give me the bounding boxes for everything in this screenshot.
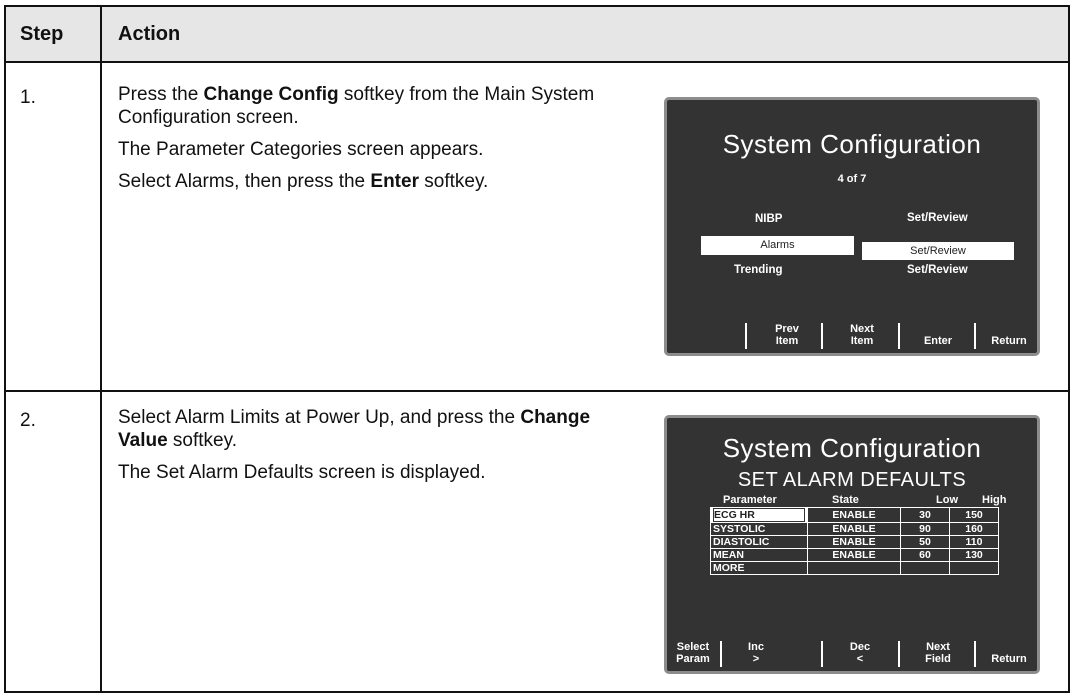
state-cell: ENABLE: [807, 535, 901, 549]
parameter-cell: MEAN: [710, 548, 808, 562]
softkey-divider: [974, 641, 976, 667]
instruction-line: Press the Change Config softkey from the…: [118, 84, 595, 128]
step-instructions: Press the Change Config softkey from the…: [118, 83, 638, 202]
return-softkey[interactable]: Return: [979, 335, 1039, 347]
state-cell: ENABLE: [807, 548, 901, 562]
prev-item-softkey[interactable]: Prev Item: [757, 323, 817, 347]
table-row[interactable]: DIASTOLIC ENABLE 50 110: [710, 535, 999, 549]
row-divider: [6, 390, 1068, 392]
softkey-divider: [898, 641, 900, 667]
softkey-bar: Prev Item Next Item Enter Return: [667, 303, 1037, 353]
inc-softkey[interactable]: Inc >: [729, 641, 783, 665]
parameter-cell: MORE: [710, 561, 808, 575]
column-divider: [100, 7, 102, 691]
column-header-low: Low: [936, 494, 958, 506]
high-cell: 110: [949, 535, 999, 549]
parameter-cell: SYSTOLIC: [710, 522, 808, 536]
next-item-softkey[interactable]: Next Item: [831, 323, 893, 347]
table-row[interactable]: MORE: [710, 561, 999, 575]
softkey-divider: [745, 323, 747, 349]
procedure-table: Step Action 1. Press the Change Config s…: [4, 5, 1070, 693]
softkey-divider: [821, 641, 823, 667]
screen-title: System Configuration: [722, 433, 982, 463]
category-trending: Trending: [734, 264, 783, 276]
category-value: Set/Review: [907, 212, 968, 224]
high-cell: 160: [949, 522, 999, 536]
parameter-cell-selected: ECG HR: [713, 508, 805, 522]
system-configuration-screen: System Configuration 4 of 7 NIBP Set/Rev…: [664, 97, 1040, 356]
state-cell: ENABLE: [807, 507, 901, 523]
softkey-divider: [974, 323, 976, 349]
column-header-state: State: [832, 494, 859, 506]
page-indicator: 4 of 7: [837, 173, 867, 185]
step-instructions: Select Alarm Limits at Power Up, and pre…: [118, 406, 638, 493]
softkey-bar: Select Param Inc > Dec < Next Field Return: [667, 621, 1037, 671]
instruction-line: The Set Alarm Defaults screen is display…: [118, 462, 486, 483]
enter-softkey[interactable]: Enter: [907, 335, 969, 347]
state-cell: ENABLE: [807, 522, 901, 536]
category-value-selected: Set/Review: [862, 242, 1014, 260]
high-cell: 150: [949, 507, 999, 523]
alarm-defaults-table: ECG HR ENABLE 30 150 SYSTOLIC ENABLE 90 …: [710, 507, 999, 575]
screen-title: System Configuration: [722, 129, 982, 159]
low-cell: 60: [900, 548, 950, 562]
low-cell: 50: [900, 535, 950, 549]
select-param-softkey[interactable]: Select Param: [671, 641, 715, 665]
softkey-divider: [898, 323, 900, 349]
step-number: 1.: [20, 87, 36, 108]
state-cell: [807, 561, 901, 575]
step-number: 2.: [20, 410, 36, 431]
column-header-high: High: [982, 494, 1007, 506]
set-alarm-defaults-screen: System Configuration SET ALARM DEFAULTS …: [664, 415, 1040, 674]
low-cell: 90: [900, 522, 950, 536]
instruction-line: Select Alarm Limits at Power Up, and pre…: [118, 407, 591, 451]
low-cell: [900, 561, 950, 575]
table-row[interactable]: SYSTOLIC ENABLE 90 160: [710, 522, 999, 536]
next-field-softkey[interactable]: Next Field: [907, 641, 969, 665]
instruction-line: The Parameter Categories screen appears.: [118, 139, 484, 160]
category-alarms-selected: Alarms: [701, 236, 854, 255]
table-row[interactable]: MEAN ENABLE 60 130: [710, 548, 999, 562]
category-nibp: NIBP: [755, 213, 783, 225]
category-value: Set/Review: [907, 264, 968, 276]
instruction-line: Select Alarms, then press the Enter soft…: [118, 171, 489, 192]
low-cell: 30: [900, 507, 950, 523]
high-cell: 130: [949, 548, 999, 562]
softkey-divider: [821, 323, 823, 349]
dec-softkey[interactable]: Dec <: [833, 641, 887, 665]
high-cell: [949, 561, 999, 575]
column-header-parameter: Parameter: [723, 494, 777, 506]
softkey-divider: [720, 641, 722, 667]
screen-subtitle: SET ALARM DEFAULTS: [737, 469, 967, 491]
return-softkey[interactable]: Return: [979, 653, 1039, 665]
header-step: Step: [20, 23, 64, 45]
header-action: Action: [118, 23, 181, 45]
table-row[interactable]: ECG HR ENABLE 30 150: [710, 507, 999, 523]
parameter-cell: DIASTOLIC: [710, 535, 808, 549]
